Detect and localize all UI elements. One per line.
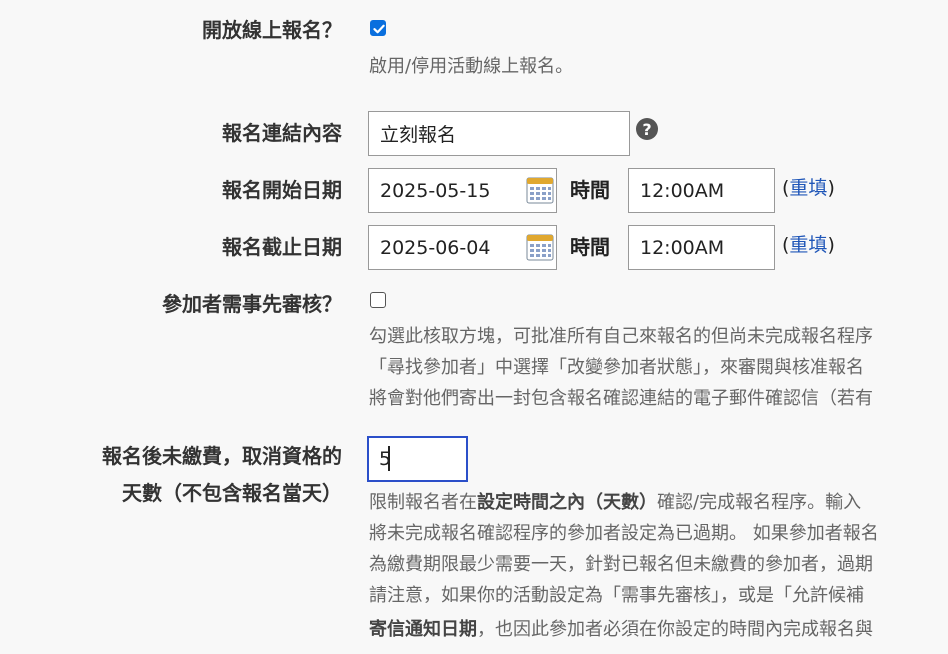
expiry-days-input[interactable]: 5	[367, 436, 468, 482]
end-time-input[interactable]: 12:00AM	[628, 225, 775, 270]
start-reset-link[interactable]: 重填	[789, 177, 827, 199]
expiry-label-line1: 報名後未繳費，取消資格的	[102, 444, 342, 468]
approval-help-line: 勾選此核取方塊，可批准所有自己來報名的但尚未完成報名程序	[369, 326, 873, 347]
start-time-input[interactable]: 12:00AM	[628, 168, 775, 213]
online-registration-checkbox[interactable]	[370, 20, 386, 36]
approval-checkbox[interactable]	[370, 292, 386, 308]
end-reset-link[interactable]: 重填	[789, 234, 827, 256]
text-caret	[388, 446, 390, 471]
expiry-help-line: 為繳費期限最少需要一天，針對已報名但未繳費的參加者，過期	[369, 554, 873, 575]
calendar-icon[interactable]	[526, 176, 554, 204]
expiry-help-line: 限制報名者在設定時間之內（天數）確認/完成報名程序。輸入	[369, 492, 862, 513]
expiry-help-line: 寄信通知日期，也因此參加者必須在你設定的時間內完成報名與	[369, 619, 873, 640]
link-text-input[interactable]: 立刻報名	[368, 111, 630, 156]
approval-help-line: 「尋找參加者」中選擇「改變參加者狀態」，來審閱與核准報名	[369, 357, 864, 378]
online-registration-help: 啟用/停用活動線上報名。	[369, 56, 574, 77]
expiry-label-line2: 天數（不包含報名當天）	[122, 481, 342, 505]
approval-label: 參加者需事先審核？	[162, 292, 342, 316]
calendar-icon[interactable]	[526, 233, 554, 261]
end-date-label: 報名截止日期	[222, 235, 342, 259]
end-time-label: 時間	[570, 235, 610, 259]
expiry-help-line: 將未完成報名確認程序的參加者設定為已過期。 如果參加者報名	[369, 523, 879, 544]
online-registration-label: 開放線上報名？	[202, 18, 342, 42]
expiry-help-line: 請注意，如果你的活動設定為「需事先審核」，或是「允許候補	[369, 585, 864, 606]
start-time-label: 時間	[570, 178, 610, 202]
question-circle-icon[interactable]: ?	[636, 118, 658, 140]
start-reset: (重填)	[782, 177, 835, 199]
start-date-label: 報名開始日期	[222, 178, 342, 202]
approval-help-line: 將會對他們寄出一封包含報名確認連結的電子郵件確認信（若有	[369, 388, 873, 409]
checkmark-icon	[373, 24, 385, 34]
end-reset: (重填)	[782, 234, 835, 256]
link-text-label: 報名連結內容	[222, 121, 342, 145]
